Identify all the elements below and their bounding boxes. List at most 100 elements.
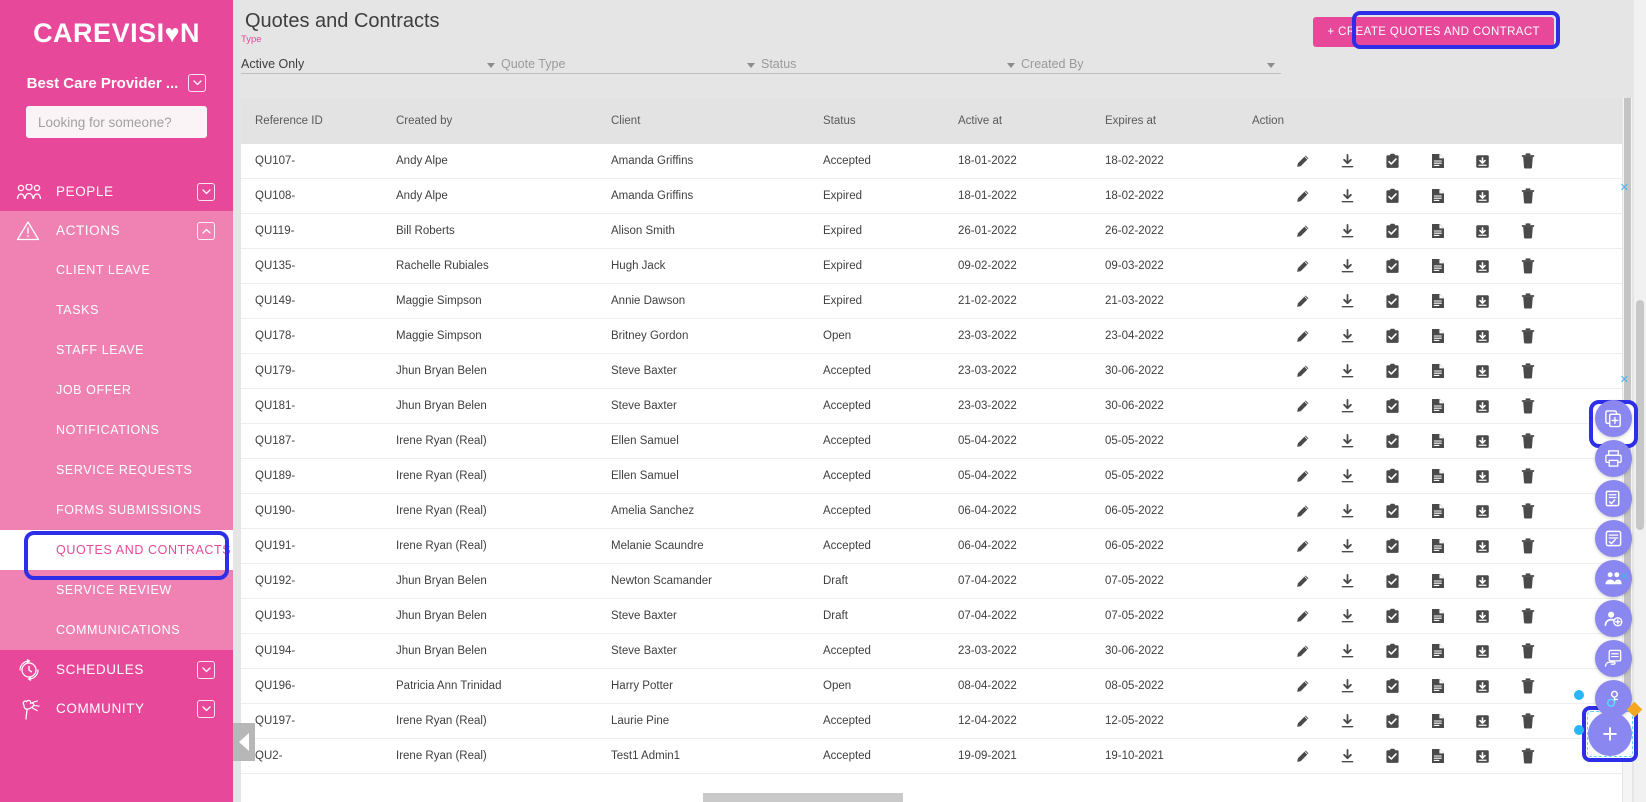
row-action-pencil[interactable] (1280, 399, 1325, 414)
row-action-trash[interactable] (1505, 538, 1550, 554)
row-action-archive-in[interactable] (1460, 399, 1505, 414)
row-action-document[interactable] (1415, 153, 1460, 169)
table-row[interactable]: QU2- Irene Ryan (Real) Test1 Admin1 Accepte… (241, 739, 1622, 774)
table-row[interactable]: QU149- Maggie Simpson Annie Dawson Expired 2… (241, 284, 1622, 319)
row-action-trash[interactable] (1505, 608, 1550, 624)
row-action-pencil[interactable] (1280, 679, 1325, 694)
row-action-download[interactable] (1325, 188, 1370, 204)
row-action-clipboard-check[interactable] (1370, 538, 1415, 554)
row-action-archive-in[interactable] (1460, 609, 1505, 624)
row-action-clipboard-check[interactable] (1370, 398, 1415, 414)
row-action-document[interactable] (1415, 328, 1460, 344)
row-action-pencil[interactable] (1280, 714, 1325, 729)
row-action-trash[interactable] (1505, 293, 1550, 309)
row-action-archive-in[interactable] (1460, 434, 1505, 449)
row-action-clipboard-check[interactable] (1370, 188, 1415, 204)
row-action-pencil[interactable] (1280, 364, 1325, 379)
sidebar-group-actions[interactable]: ACTIONS (0, 211, 233, 250)
table-row[interactable]: QU135- Rachelle Rubiales Hugh Jack Expired 0… (241, 249, 1622, 284)
table-row[interactable]: QU187- Irene Ryan (Real) Ellen Samuel Accep… (241, 424, 1622, 459)
row-action-archive-in[interactable] (1460, 224, 1505, 239)
sidebar-item-notifications[interactable]: NOTIFICATIONS (0, 410, 233, 450)
row-action-archive-in[interactable] (1460, 294, 1505, 309)
row-action-document[interactable] (1415, 293, 1460, 309)
row-action-pencil[interactable] (1280, 609, 1325, 624)
row-action-pencil[interactable] (1280, 469, 1325, 484)
row-action-download[interactable] (1325, 433, 1370, 449)
row-action-archive-in[interactable] (1460, 154, 1505, 169)
table-row[interactable]: QU179- Jhun Bryan Belen Steve Baxter Accept… (241, 354, 1622, 389)
row-action-archive-in[interactable] (1460, 364, 1505, 379)
chevron-down-icon[interactable] (197, 660, 215, 679)
provider-selector[interactable]: Best Care Provider ... (0, 74, 233, 92)
table-row[interactable]: QU190- Irene Ryan (Real) Amelia Sanchez Acc… (241, 494, 1622, 529)
row-action-archive-in[interactable] (1460, 644, 1505, 659)
sidebar-item-job-offer[interactable]: JOB OFFER (0, 370, 233, 410)
row-action-trash[interactable] (1505, 363, 1550, 379)
row-action-download[interactable] (1325, 643, 1370, 659)
row-action-trash[interactable] (1505, 398, 1550, 414)
sidebar-item-service-review[interactable]: SERVICE REVIEW (0, 570, 233, 610)
row-action-download[interactable] (1325, 608, 1370, 624)
sidebar-collapse-button[interactable] (233, 723, 255, 761)
row-action-document[interactable] (1415, 398, 1460, 414)
row-action-trash[interactable] (1505, 643, 1550, 659)
filter-quote-type[interactable]: Quote Type (501, 46, 761, 74)
row-action-archive-in[interactable] (1460, 189, 1505, 204)
row-action-trash[interactable] (1505, 188, 1550, 204)
row-action-archive-in[interactable] (1460, 749, 1505, 764)
row-action-download[interactable] (1325, 363, 1370, 379)
fab-document-check-button[interactable] (1595, 520, 1632, 557)
sidebar-item-quotes-and-contracts[interactable]: QUOTES AND CONTRACTS (0, 530, 233, 570)
filter-type[interactable]: Type Active Only (241, 34, 501, 74)
row-action-trash[interactable] (1505, 748, 1550, 764)
row-action-download[interactable] (1325, 468, 1370, 484)
row-action-document[interactable] (1415, 643, 1460, 659)
row-action-clipboard-check[interactable] (1370, 468, 1415, 484)
row-action-download[interactable] (1325, 153, 1370, 169)
row-action-clipboard-check[interactable] (1370, 153, 1415, 169)
chevron-down-icon[interactable] (197, 182, 215, 201)
row-action-clipboard-check[interactable] (1370, 258, 1415, 274)
row-action-download[interactable] (1325, 538, 1370, 554)
row-action-trash[interactable] (1505, 223, 1550, 239)
table-row[interactable]: QU191- Irene Ryan (Real) Melanie Scaundre A… (241, 529, 1622, 564)
table-horizontal-scrollbar[interactable] (703, 793, 903, 802)
row-action-pencil[interactable] (1280, 224, 1325, 239)
table-row[interactable]: QU193- Jhun Bryan Belen Steve Baxter Draft 0… (241, 599, 1622, 634)
chevron-down-icon[interactable] (1007, 63, 1015, 68)
row-action-clipboard-check[interactable] (1370, 328, 1415, 344)
row-action-archive-in[interactable] (1460, 469, 1505, 484)
row-action-pencil[interactable] (1280, 644, 1325, 659)
sidebar-item-forms-submissions[interactable]: FORMS SUBMISSIONS (0, 490, 233, 530)
row-action-download[interactable] (1325, 223, 1370, 239)
row-action-clipboard-check[interactable] (1370, 223, 1415, 239)
fab-document-copy-check-button[interactable] (1595, 480, 1632, 517)
filter-created-by[interactable]: Created By (1021, 46, 1281, 74)
row-action-clipboard-check[interactable] (1370, 643, 1415, 659)
row-action-download[interactable] (1325, 293, 1370, 309)
row-action-trash[interactable] (1505, 328, 1550, 344)
row-action-document[interactable] (1415, 223, 1460, 239)
row-action-archive-in[interactable] (1460, 679, 1505, 694)
filter-status[interactable]: Status (761, 46, 1021, 74)
fab-main-add-button[interactable]: + (1588, 712, 1632, 756)
page-vertical-scrollbar[interactable] (1634, 0, 1646, 802)
row-action-archive-in[interactable] (1460, 539, 1505, 554)
table-row[interactable]: QU181- Jhun Bryan Belen Steve Baxter Accept… (241, 389, 1622, 424)
row-action-document[interactable] (1415, 573, 1460, 589)
row-action-pencil[interactable] (1280, 504, 1325, 519)
row-action-pencil[interactable] (1280, 189, 1325, 204)
row-action-pencil[interactable] (1280, 329, 1325, 344)
table-row[interactable]: QU196- Patricia Ann Trinidad Harry Potter O… (241, 669, 1622, 704)
row-action-document[interactable] (1415, 363, 1460, 379)
row-action-document[interactable] (1415, 503, 1460, 519)
row-action-document[interactable] (1415, 258, 1460, 274)
row-action-archive-in[interactable] (1460, 504, 1505, 519)
row-action-document[interactable] (1415, 608, 1460, 624)
table-row[interactable]: QU197- Irene Ryan (Real) Laurie Pine Accept… (241, 704, 1622, 739)
fab-copy-add-button[interactable] (1595, 400, 1632, 437)
row-action-trash[interactable] (1505, 433, 1550, 449)
sidebar-item-staff-leave[interactable]: STAFF LEAVE (0, 330, 233, 370)
fab-hand-document-button[interactable] (1595, 640, 1632, 677)
